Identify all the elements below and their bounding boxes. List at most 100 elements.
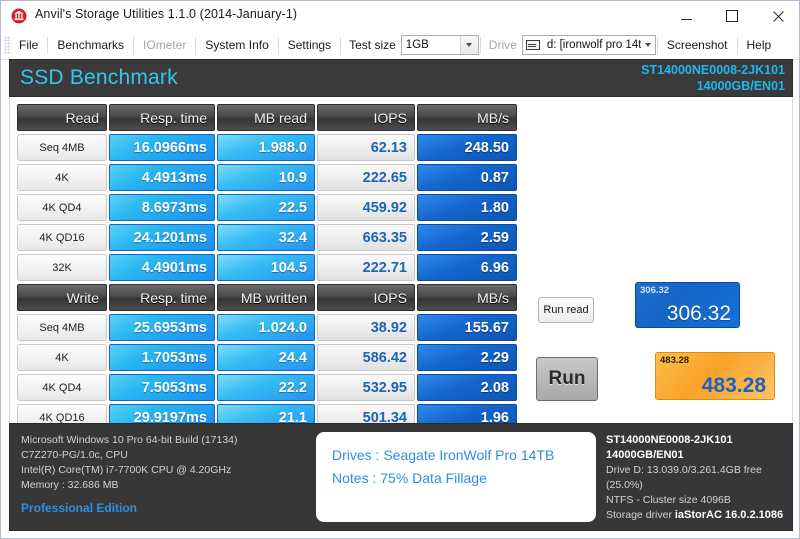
minimize-button[interactable] — [663, 1, 709, 31]
test-size-label: Test size — [349, 38, 396, 52]
menu-item-help[interactable]: Help — [739, 34, 780, 56]
title-bar: Anvil's Storage Utilities 1.1.0 (2014-Ja… — [1, 1, 799, 32]
row-label[interactable]: 4K — [17, 344, 107, 371]
table-row: 4K QD16 24.1201ms 32.4 663.35 2.59 — [17, 224, 519, 254]
menu-item-benchmarks[interactable]: Benchmarks — [49, 34, 132, 56]
menu-separator — [479, 36, 481, 54]
header-iops: IOPS — [317, 104, 415, 131]
cell-resp-time: 16.0966ms — [109, 134, 215, 161]
cell-iops: 586.42 — [317, 344, 415, 371]
total-score-small: 483.28 — [660, 355, 690, 366]
window-title: Anvil's Storage Utilities 1.1.0 (2014-Ja… — [35, 7, 298, 21]
menu-separator — [736, 36, 738, 54]
page-title: SSD Benchmark — [20, 66, 178, 89]
storage-driver-value: iaStorAC 16.0.2.1086 — [674, 509, 784, 521]
drive-model-line1: ST14000NE0008-2JK101 — [641, 63, 785, 77]
menu-bar: File Benchmarks IOmeter System Info Sett… — [1, 31, 799, 60]
notes-box[interactable]: Drives : Seagate IronWolf Pro 14TB Notes… — [316, 432, 596, 522]
drive-info-filesystem: NTFS - Cluster size 4096B — [606, 494, 731, 506]
cell-mbs: 155.67 — [417, 314, 517, 341]
run-read-button[interactable]: Run read — [538, 297, 594, 323]
drive-select[interactable]: d: [ironwolf pro 14tb] — [521, 35, 656, 55]
menu-item-system-info[interactable]: System Info — [197, 34, 276, 56]
row-label[interactable]: 4K QD4 — [17, 374, 107, 401]
chevron-down-icon[interactable] — [641, 36, 655, 54]
header-mb-read: MB read — [217, 104, 315, 131]
cell-mbs: 1.80 — [417, 194, 517, 221]
cell-mbs: 2.08 — [417, 374, 517, 401]
menu-separator — [340, 36, 342, 54]
header-resp-time: Resp. time — [109, 284, 215, 311]
cell-mb-read: 32.4 — [217, 224, 315, 251]
cell-mb-read: 1.988.0 — [217, 134, 315, 161]
notes-text: Notes : 75% Data Fillage — [332, 470, 487, 486]
cell-mb-read: 22.5 — [217, 194, 315, 221]
cell-mb-written: 22.2 — [217, 374, 315, 401]
menu-separator — [133, 36, 135, 54]
table-row: 32K 4.4901ms 104.5 222.71 6.96 — [17, 254, 519, 284]
storage-driver-label: Storage driver — [606, 509, 672, 521]
cell-mbs: 2.29 — [417, 344, 517, 371]
run-button[interactable]: Run — [536, 357, 598, 401]
write-results-table: Write Resp. time MB written IOPS MB/s Se… — [17, 284, 519, 434]
row-label[interactable]: 4K — [17, 164, 107, 191]
benchmark-header-band: SSD Benchmark ST14000NE0008-2JK101 14000… — [9, 59, 793, 97]
row-label[interactable]: 4K QD16 — [17, 224, 107, 251]
table-row: Seq 4MB 16.0966ms 1.988.0 62.13 248.50 — [17, 134, 519, 164]
main-panel: Read Resp. time MB read IOPS MB/s Seq 4M… — [9, 97, 793, 473]
row-label[interactable]: Seq 4MB — [17, 314, 107, 341]
test-size-select[interactable]: 1GB — [400, 35, 479, 55]
anvil-logo-icon — [11, 8, 27, 24]
total-score-box: 483.28 483.28 — [655, 352, 775, 400]
cell-iops: 222.65 — [317, 164, 415, 191]
table-row: 4K 1.7053ms 24.4 586.42 2.29 — [17, 344, 519, 374]
header-mb-written: MB written — [217, 284, 315, 311]
edition-label: Professional Edition — [21, 501, 138, 515]
cell-iops: 663.35 — [317, 224, 415, 251]
notes-drives: Drives : Seagate IronWolf Pro 14TB — [332, 447, 555, 463]
cell-resp-time: 7.5053ms — [109, 374, 215, 401]
table-row: 4K QD4 8.6973ms 22.5 459.92 1.80 — [17, 194, 519, 224]
header-read: Read — [17, 104, 107, 131]
system-os: Microsoft Windows 10 Pro 64-bit Build (1… — [21, 434, 238, 446]
test-size-value: 1GB — [405, 39, 429, 51]
drive-model-header: ST14000NE0008-2JK101 14000GB/EN01 — [641, 62, 785, 94]
chevron-down-icon[interactable] — [459, 36, 478, 54]
row-label[interactable]: Seq 4MB — [17, 134, 107, 161]
maximize-button[interactable] — [709, 1, 755, 31]
cell-mb-read: 104.5 — [217, 254, 315, 281]
cell-resp-time: 1.7053ms — [109, 344, 215, 371]
close-button[interactable] — [755, 1, 799, 31]
cell-mbs: 6.96 — [417, 254, 517, 281]
table-header-row: Write Resp. time MB written IOPS MB/s — [17, 284, 519, 314]
cell-iops: 38.92 — [317, 314, 415, 341]
total-score-value: 483.28 — [701, 374, 766, 397]
drive-value: d: [ironwolf pro 14tb] — [546, 39, 641, 51]
cell-iops: 532.95 — [317, 374, 415, 401]
cell-resp-time: 24.1201ms — [109, 224, 215, 251]
drive-info-storage-driver: Storage driver iaStorAC 16.0.2.1086 — [606, 508, 788, 523]
cell-resp-time: 25.6953ms — [109, 314, 215, 341]
table-row: 4K 4.4913ms 10.9 222.65 0.87 — [17, 164, 519, 194]
cell-mbs: 248.50 — [417, 134, 517, 161]
drive-icon — [525, 40, 540, 50]
status-strip — [1, 531, 799, 538]
cell-resp-time: 4.4913ms — [109, 164, 215, 191]
row-label[interactable]: 4K QD4 — [17, 194, 107, 221]
table-header-row: Read Resp. time MB read IOPS MB/s — [17, 104, 519, 134]
read-score-value: 306.32 — [666, 302, 731, 325]
menu-item-settings[interactable]: Settings — [280, 34, 339, 56]
header-mbs: MB/s — [417, 284, 517, 311]
drive-model-line2: 14000GB/EN01 — [696, 79, 785, 93]
read-score-small: 306.32 — [640, 285, 670, 296]
menu-item-file[interactable]: File — [11, 34, 46, 56]
row-label[interactable]: 32K — [17, 254, 107, 281]
menu-separator — [277, 36, 279, 54]
drive-info-capacity: Drive D: 13.039.0/3.261.4GB free (25.0%) — [606, 464, 762, 491]
read-results-table: Read Resp. time MB read IOPS MB/s Seq 4M… — [17, 104, 519, 314]
drive-label: Drive — [488, 38, 517, 52]
menu-item-screenshot[interactable]: Screenshot — [659, 34, 736, 56]
footer-panel: Microsoft Windows 10 Pro 64-bit Build (1… — [9, 423, 793, 538]
system-cpu: Intel(R) Core(TM) i7-7700K CPU @ 4.20GHz — [21, 464, 232, 476]
cell-resp-time: 4.4901ms — [109, 254, 215, 281]
